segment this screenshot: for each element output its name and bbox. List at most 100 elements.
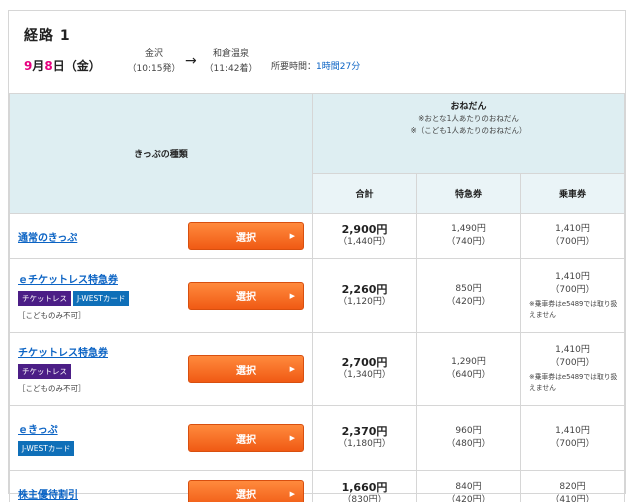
fare-table: きっぷの種類 おねだん ※おとな1人あたりのおねだん ※（こども1人あたりのおね… xyxy=(9,93,625,502)
chevron-right-icon: ▶ xyxy=(289,489,295,498)
fare-price: 1,410円 xyxy=(555,426,590,436)
table-row: ｅきっぷ J-WESTカード 選択 ▶ 2,370円 （1,180円） 960円 （4… xyxy=(9,405,625,471)
fare-child-price: （700円） xyxy=(550,284,595,295)
jwest-card-badge: J-WESTカード xyxy=(73,290,130,306)
duration-label: 所要時間： xyxy=(271,62,317,72)
chevron-right-icon: ▶ xyxy=(289,291,295,300)
table-row: 株主優待割引 選択 ▶ 1,660円 （830円） 840円 （420円） 820円（… xyxy=(9,470,625,502)
child-not-allowed-note: ［こどものみ不可］ xyxy=(18,310,86,320)
table-row: ｅチケットレス特急券 チケットレス J-WESTカード ［こどものみ不可］ 選択 ▶… xyxy=(9,258,625,333)
total-child-price: （1,180円） xyxy=(338,439,391,449)
date-day-suffix: 日（金） xyxy=(52,59,101,73)
fare-cell: 1,410円 （700円） ※乗車券はe5489では取り扱えません xyxy=(520,332,625,406)
header-ticket-type: きっぷの種類 xyxy=(9,93,313,214)
header-price: おねだん ※おとな1人あたりのおねだん ※（こども1人あたりのおねだん） xyxy=(312,93,625,174)
duration-value: 1時間27分 xyxy=(316,62,361,72)
departure-time: （10:15発） xyxy=(127,64,181,74)
jwest-card-badge: J-WESTカード xyxy=(18,440,75,456)
fare-cell: 1,410円 （700円） xyxy=(520,405,625,471)
select-label: 選択 xyxy=(236,365,256,377)
total-cell: 2,900円 （1,440円） xyxy=(312,213,417,259)
express-cell: 840円 （420円） xyxy=(416,470,521,502)
total-cell: 1,660円 （830円） xyxy=(312,470,417,502)
fare-child-price: （700円） xyxy=(550,237,595,247)
header-total: 合計 xyxy=(312,173,417,214)
select-button[interactable]: 選択 ▶ xyxy=(188,424,304,452)
select-button[interactable]: 選択 ▶ xyxy=(188,281,304,310)
route-panel: 経路 1 9月8日（金） 金沢 （10:15発） → 和倉温泉 （11:42着）… xyxy=(8,10,626,502)
arrival-time: （11:42着） xyxy=(204,64,258,74)
route-header: 経路 1 9月8日（金） 金沢 （10:15発） → 和倉温泉 （11:42着）… xyxy=(9,11,625,93)
chevron-right-icon: ▶ xyxy=(289,434,295,442)
total-child-price: （1,340円） xyxy=(338,370,391,380)
chevron-right-icon: ▶ xyxy=(289,232,295,240)
express-child-price: （480円） xyxy=(446,439,491,449)
fare-cell: 820円 （410円） xyxy=(520,470,625,502)
select-label: 選択 xyxy=(236,490,256,501)
fare-price: 1,410円 xyxy=(555,345,590,355)
departure-station: 金沢 （10:15発） xyxy=(126,47,182,77)
total-price: 1,660円 xyxy=(341,480,388,494)
route-date: 9月8日（金） xyxy=(24,57,101,74)
header-price-title: おねだん xyxy=(450,102,487,112)
route-title: 経路 1 xyxy=(24,28,71,44)
ticketless-badge: チケットレス xyxy=(18,290,71,306)
total-price: 2,700円 xyxy=(341,356,388,369)
right-arrow-icon: → xyxy=(185,53,197,69)
total-price: 2,260円 xyxy=(341,282,388,296)
express-child-price: （640円） xyxy=(446,370,491,380)
express-cell: 1,490円 （740円） xyxy=(416,213,521,259)
fare-child-price: （700円） xyxy=(550,439,595,449)
fare-note: ※乗車券はe5489では取り扱えません xyxy=(529,299,618,319)
ticket-cell: 通常のきっぷ 選択 ▶ xyxy=(9,213,313,259)
total-child-price: （1,120円） xyxy=(338,296,391,307)
arrival-station: 和倉温泉 （11:42着） xyxy=(201,47,261,77)
fare-cell: 1,410円 （700円） ※乗車券はe5489では取り扱えません xyxy=(520,258,625,333)
select-label: 選択 xyxy=(236,292,256,303)
express-price: 1,290円 xyxy=(451,357,486,367)
select-label: 選択 xyxy=(236,232,256,244)
departure-name: 金沢 xyxy=(144,49,163,59)
arrival-name: 和倉温泉 xyxy=(212,49,249,59)
select-button[interactable]: 選択 ▶ xyxy=(188,355,304,383)
express-price: 960円 xyxy=(455,426,482,436)
date-day: 8 xyxy=(44,59,53,73)
express-price: 850円 xyxy=(455,283,482,294)
total-price: 2,370円 xyxy=(341,425,388,438)
select-button[interactable]: 選択 ▶ xyxy=(188,222,304,250)
ticketless-badge: チケットレス xyxy=(18,364,71,379)
express-cell: 960円 （480円） xyxy=(416,405,521,471)
header-express: 特急券 xyxy=(416,173,521,214)
select-button[interactable]: 選択 ▶ xyxy=(188,479,304,502)
fare-cell: 1,410円 （700円） xyxy=(520,213,625,259)
chevron-right-icon: ▶ xyxy=(289,365,295,373)
duration: 所要時間：1時間27分 xyxy=(271,59,360,72)
express-cell: 1,290円 （640円） xyxy=(416,332,521,406)
total-cell: 2,370円 （1,180円） xyxy=(312,405,417,471)
total-cell: 2,700円 （1,340円） xyxy=(312,332,417,406)
express-child-price: （420円） xyxy=(446,296,491,307)
total-cell: 2,260円 （1,120円） xyxy=(312,258,417,333)
fare-note: ※乗車券はe5489では取り扱えません xyxy=(529,373,618,392)
fare-price: 1,410円 xyxy=(555,224,590,234)
express-cell: 850円 （420円） xyxy=(416,258,521,333)
table-row: チケットレス特急券 チケットレス ［こどものみ不可］ 選択 ▶ 2,700円 （1,… xyxy=(9,332,625,406)
date-month-suffix: 月 xyxy=(32,59,45,73)
express-price: 1,490円 xyxy=(451,224,486,234)
fare-child-price: （700円） xyxy=(550,358,595,368)
fare-price: 820円 xyxy=(559,481,586,492)
total-child-price: （830円） xyxy=(342,494,387,502)
total-child-price: （1,440円） xyxy=(338,237,391,247)
express-child-price: （420円） xyxy=(446,494,491,502)
fare-child-price: （410円） xyxy=(550,494,595,502)
child-not-allowed-note: ［こどものみ不可］ xyxy=(18,384,86,393)
header-price-note-adult: ※おとな1人あたりのおねだん xyxy=(418,114,519,123)
fare-price: 1,410円 xyxy=(555,271,590,282)
express-child-price: （740円） xyxy=(446,237,491,247)
header-fare: 乗車券 xyxy=(520,173,625,214)
table-row: 通常のきっぷ 選択 ▶ 2,900円 （1,440円） 1,490円 （740円） 1… xyxy=(9,213,625,259)
header-price-note-child: ※（こども1人あたりのおねだん） xyxy=(410,126,527,135)
express-price: 840円 xyxy=(455,481,482,492)
select-label: 選択 xyxy=(236,434,256,446)
ticket-cell: ｅきっぷ J-WESTカード 選択 ▶ xyxy=(9,405,313,471)
